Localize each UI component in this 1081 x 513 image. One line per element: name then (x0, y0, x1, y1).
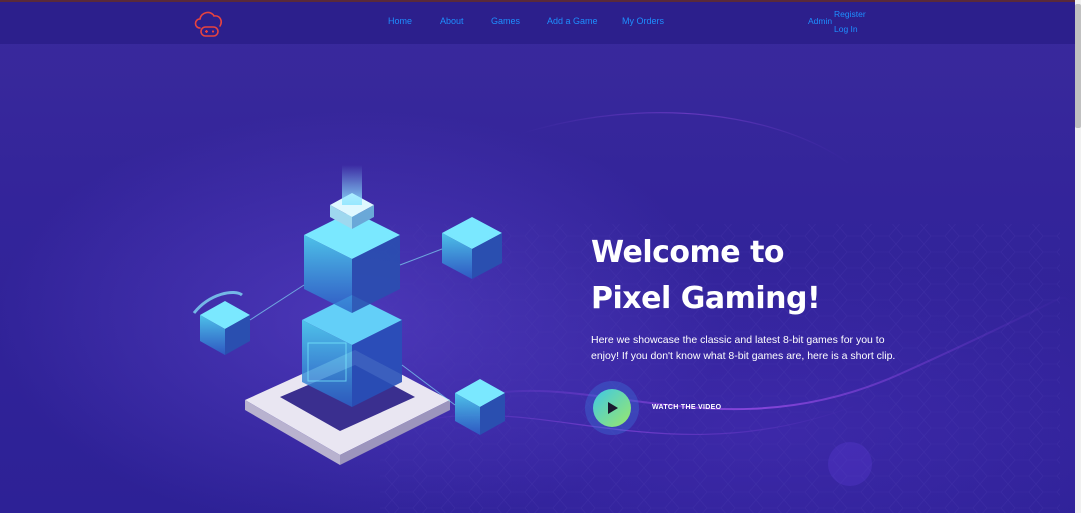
hero-title-line1: Welcome to (591, 235, 785, 270)
play-button-inner (593, 389, 631, 427)
nav-link-my-orders[interactable]: My Orders (622, 16, 664, 26)
register-link[interactable]: Register (834, 9, 866, 19)
watch-video-label[interactable]: WATCH THE VIDEO (652, 404, 721, 411)
hero-title-line2: Pixel Gaming! (591, 281, 821, 316)
admin-link[interactable]: Admin (808, 16, 832, 26)
hero-illustration (192, 165, 505, 465)
nav-link-add-a-game[interactable]: Add a Game (547, 16, 598, 26)
nav-link-about[interactable]: About (440, 16, 464, 26)
hero-title: Welcome to Pixel Gaming! (591, 230, 891, 322)
nav-link-games[interactable]: Games (491, 16, 520, 26)
auth-area: Admin Register Log In (808, 9, 878, 38)
scrollbar-thumb[interactable] (1075, 4, 1081, 128)
hero-description: Here we showcase the classic and latest … (591, 334, 896, 362)
login-link[interactable]: Log In (834, 24, 858, 34)
nav-links: Home About Games Add a Game My Orders (0, 16, 1075, 32)
play-icon (608, 402, 618, 414)
scrollbar[interactable] (1075, 0, 1081, 513)
navbar: Home About Games Add a Game My Orders Ad… (0, 2, 1075, 44)
nav-link-home[interactable]: Home (388, 16, 412, 26)
play-video-button[interactable] (585, 381, 639, 435)
page: Home About Games Add a Game My Orders Ad… (0, 0, 1081, 513)
background-decoration (379, 112, 1075, 513)
